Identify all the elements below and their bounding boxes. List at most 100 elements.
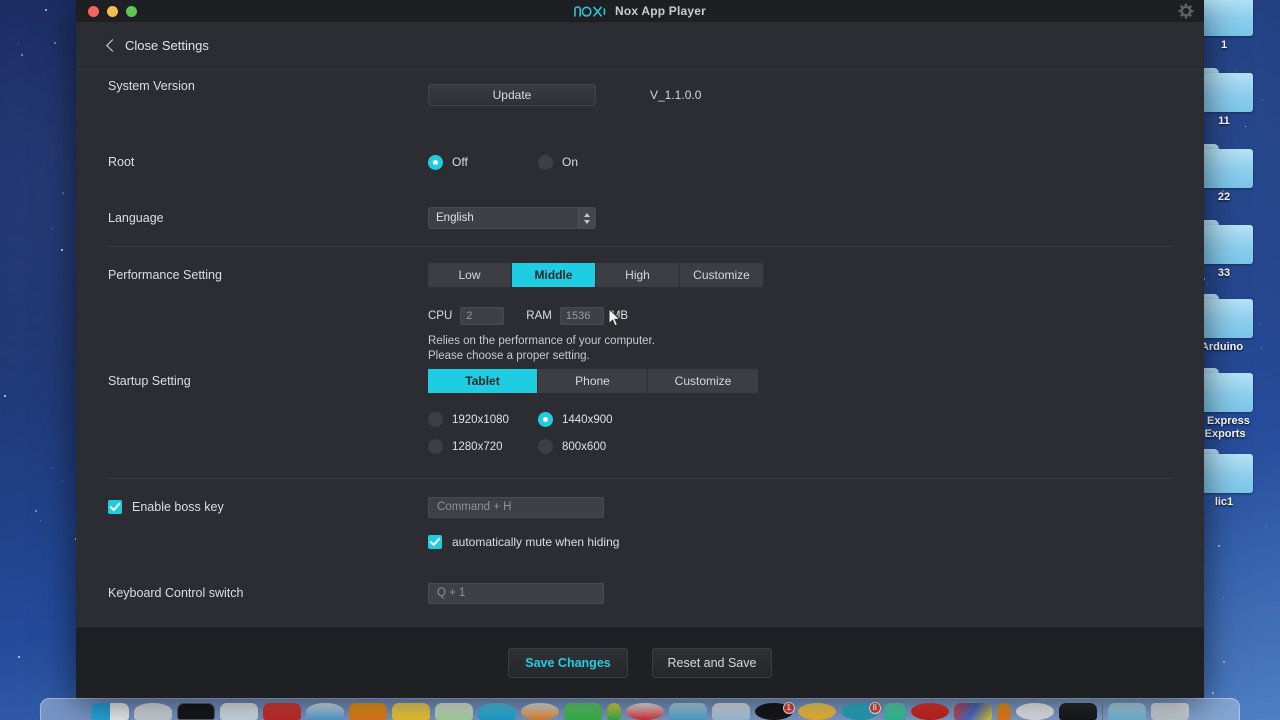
dock-icon-preview[interactable] — [712, 703, 750, 720]
radio-unselected-icon — [428, 412, 443, 427]
startup-option-phone[interactable]: Phone — [538, 369, 648, 393]
close-window-button[interactable] — [88, 5, 99, 17]
cpu-ram-group: CPU 2 RAM 1536 MB — [428, 307, 1172, 325]
startup-segmented-control[interactable]: Tablet Phone Customize — [428, 369, 758, 393]
save-changes-button[interactable]: Save Changes — [508, 647, 628, 678]
dock-icon-teal-app[interactable] — [884, 703, 906, 720]
dock-icon-trash[interactable] — [1151, 703, 1189, 720]
dock-icon-white-round[interactable] — [1016, 703, 1054, 720]
zoom-window-button[interactable] — [126, 5, 137, 17]
nox-logo-icon — [574, 5, 606, 17]
close-settings-button[interactable]: Close Settings — [106, 38, 209, 53]
root-option-on-label: On — [562, 155, 579, 169]
radio-unselected-icon — [428, 439, 443, 454]
language-select[interactable]: English — [428, 207, 596, 229]
performance-hint: Relies on the performance of your comput… — [428, 334, 1172, 364]
row-root: Root Off On — [108, 134, 1172, 190]
window-title-group: Nox App Player — [76, 0, 1204, 22]
dock-icon-photos[interactable] — [669, 703, 707, 720]
performance-segmented-control[interactable]: Low Middle High Customize — [428, 263, 763, 287]
dock-icon-itunes[interactable]: 1 — [755, 702, 795, 720]
root-option-on[interactable]: On — [538, 154, 579, 170]
settings-body: System Version Update V_1.1.0.0 Root Off… — [76, 70, 1204, 626]
boss-key-shortcut-input[interactable]: Command + H — [428, 496, 604, 518]
cpu-label: CPU — [428, 310, 453, 322]
dock-icon-reminders[interactable] — [798, 703, 836, 720]
dock-icon-green-app[interactable] — [564, 703, 602, 720]
resolution-label: 1280x720 — [452, 440, 503, 453]
row-performance-setting: Performance Setting Low Middle High Cust… — [108, 247, 1172, 289]
row-startup-setting: Startup Setting Tablet Phone Customize — [108, 366, 1172, 396]
auto-mute-checkbox[interactable] — [428, 535, 442, 549]
dock-icon-launchpad[interactable] — [134, 703, 172, 720]
system-version-label: System Version — [108, 79, 195, 93]
resolution-label: 800x600 — [562, 440, 607, 453]
gear-icon[interactable] — [1178, 3, 1194, 19]
resolution-options: 1920x1080 1440x900 1280x720 800x600 — [428, 412, 1172, 454]
chevron-left-icon — [106, 38, 119, 52]
resolution-option-1440x900[interactable]: 1440x900 — [538, 412, 648, 427]
dock-badge: 8 — [868, 702, 881, 714]
cpu-input[interactable]: 2 — [460, 307, 505, 325]
performance-hint-line1: Relies on the performance of your comput… — [428, 335, 655, 347]
dock-icon-pdf[interactable] — [263, 703, 301, 720]
boss-key-checkbox[interactable] — [108, 500, 122, 514]
dock-icon-dark-triangle[interactable] — [1059, 703, 1097, 720]
dock-icon-terminal[interactable] — [177, 703, 215, 720]
dock-icon-downloads[interactable] — [1108, 703, 1146, 720]
dock-icon-notes[interactable] — [392, 703, 430, 720]
keyboard-switch-label: Keyboard Control switch — [108, 586, 244, 600]
radio-unselected-icon — [538, 439, 553, 454]
ram-label: RAM — [526, 310, 552, 322]
chevron-up-down-icon[interactable] — [578, 208, 595, 228]
boss-key-label-group: Enable boss key — [108, 500, 428, 514]
row-keyboard-control-switch: Keyboard Control switch Q + 1 — [108, 565, 1172, 621]
dock-icon-firefox[interactable] — [521, 703, 559, 720]
dock-badge: 1 — [782, 702, 795, 714]
window-traffic-lights[interactable] — [88, 5, 137, 17]
performance-option-middle[interactable]: Middle — [512, 263, 596, 287]
dock-icon-orange-marker[interactable] — [997, 703, 1011, 720]
dock-icon-colorful[interactable] — [954, 703, 992, 720]
row-language: Language English — [108, 190, 1172, 246]
nox-app-window: Nox App Player Close Settings System Ver… — [76, 0, 1204, 698]
startup-option-customize[interactable]: Customize — [648, 369, 758, 393]
settings-header: Close Settings — [76, 22, 1204, 70]
resolution-option-1280x720[interactable]: 1280x720 — [428, 439, 538, 454]
dock-icon-keynote[interactable] — [220, 703, 258, 720]
radio-unselected-icon — [538, 154, 553, 170]
minimize-window-button[interactable] — [107, 5, 118, 17]
auto-mute-checkbox-row[interactable]: automatically mute when hiding — [428, 535, 1172, 549]
dock-icon-safari[interactable] — [306, 703, 344, 720]
row-boss-key: Enable boss key Command + H — [108, 479, 1172, 535]
performance-hint-line2: Please choose a proper setting. — [428, 350, 590, 362]
root-label: Root — [108, 155, 135, 169]
dock-icon-messages[interactable] — [478, 703, 516, 720]
ram-input[interactable]: 1536 — [559, 307, 604, 325]
root-option-off-label: Off — [452, 155, 468, 169]
reset-and-save-button[interactable]: Reset and Save — [652, 647, 772, 678]
dock-icon-pencil[interactable] — [607, 703, 621, 720]
root-option-off[interactable]: Off — [428, 154, 538, 170]
dock-icon-mail[interactable] — [435, 703, 473, 720]
app-title: Nox App Player — [614, 4, 707, 18]
dock-icon-finder[interactable] — [91, 703, 129, 720]
keyboard-switch-shortcut-input[interactable]: Q + 1 — [428, 582, 604, 604]
resolution-option-1920x1080[interactable]: 1920x1080 — [428, 412, 538, 427]
performance-option-customize[interactable]: Customize — [680, 263, 763, 287]
dock-icon-opera[interactable] — [626, 703, 664, 720]
boss-key-checkbox-row[interactable]: Enable boss key — [108, 500, 428, 514]
dock-icon-red-round[interactable] — [911, 703, 949, 720]
performance-label: Performance Setting — [108, 268, 222, 282]
startup-option-tablet[interactable]: Tablet — [428, 369, 538, 393]
performance-option-high[interactable]: High — [596, 263, 680, 287]
performance-option-low[interactable]: Low — [428, 263, 512, 287]
macos-dock[interactable]: 1 8 — [40, 698, 1240, 720]
dock-icon-office[interactable] — [349, 703, 387, 720]
dock-icon-calendar[interactable]: 8 — [841, 702, 881, 720]
resolution-option-800x600[interactable]: 800x600 — [538, 439, 648, 454]
resolution-label: 1920x1080 — [452, 413, 509, 426]
settings-footer: Save Changes Reset and Save — [76, 626, 1204, 698]
row-system-version: System Version Update V_1.1.0.0 — [108, 70, 1172, 134]
update-button[interactable]: Update — [428, 84, 596, 106]
